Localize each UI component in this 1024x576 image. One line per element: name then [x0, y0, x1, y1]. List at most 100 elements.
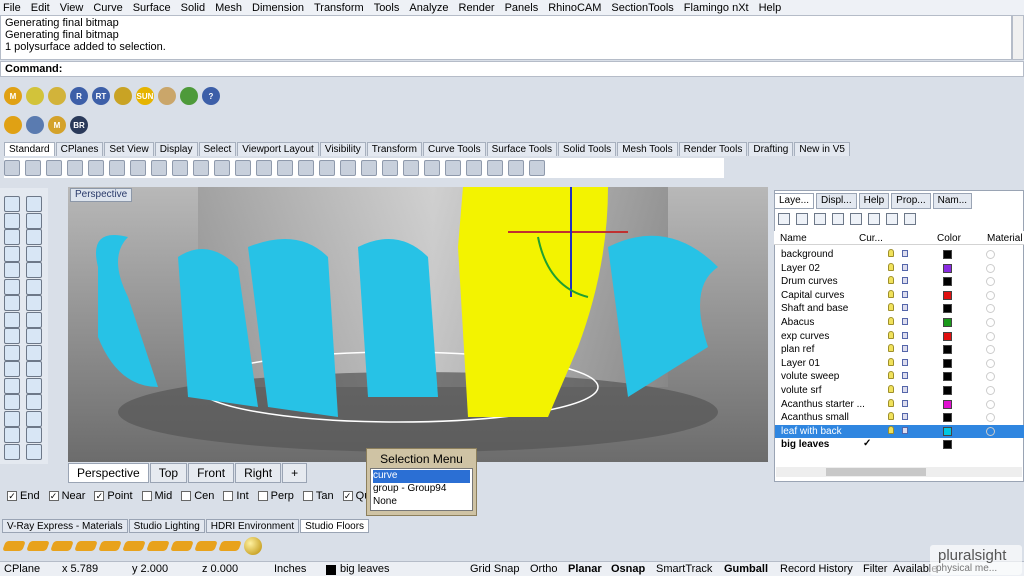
- plugin-icon[interactable]: [26, 87, 44, 105]
- paste-icon[interactable]: [130, 160, 146, 176]
- modeling-tool-icon[interactable]: [26, 410, 42, 427]
- visibility-bulb-icon[interactable]: [888, 303, 894, 312]
- layer-color-swatch[interactable]: [943, 331, 952, 341]
- open-icon[interactable]: [25, 160, 41, 176]
- selection-item[interactable]: None: [373, 496, 470, 509]
- modeling-tool-icon[interactable]: [26, 245, 42, 262]
- plugin-icon[interactable]: SUN: [136, 87, 154, 105]
- floor-material-icon[interactable]: [218, 541, 242, 551]
- plugin-icon[interactable]: [48, 87, 66, 105]
- options-icon[interactable]: [529, 160, 545, 176]
- modeling-tool-icon[interactable]: [26, 295, 42, 311]
- layer-color-swatch[interactable]: [943, 426, 952, 436]
- visibility-bulb-icon[interactable]: [888, 317, 894, 325]
- tab-surface-tools[interactable]: Surface Tools: [486, 142, 557, 156]
- modeling-tool-icon[interactable]: [4, 196, 20, 212]
- selection-item[interactable]: curve: [373, 470, 470, 483]
- status-toggle-osnap[interactable]: Osnap: [611, 563, 645, 575]
- lock-icon[interactable]: [902, 304, 908, 312]
- modeling-tool-icon[interactable]: [26, 427, 42, 443]
- floor-material-icon[interactable]: [50, 541, 74, 551]
- layer-color-swatch[interactable]: [943, 290, 952, 300]
- lock-icon[interactable]: [902, 386, 908, 393]
- tab-cplanes[interactable]: CPlanes: [55, 142, 104, 156]
- modeling-tool-icon[interactable]: [4, 443, 20, 460]
- layer-row[interactable]: exp curves: [775, 330, 1024, 343]
- panel-tab[interactable]: Laye...: [774, 193, 815, 209]
- layer-row[interactable]: Capital curves: [775, 289, 1024, 302]
- lock-icon[interactable]: [902, 413, 908, 421]
- modeling-tool-icon[interactable]: [26, 361, 42, 377]
- material-icon[interactable]: [986, 290, 995, 300]
- layer-row[interactable]: background: [775, 248, 1024, 261]
- floor-material-icon[interactable]: [170, 541, 194, 551]
- tab-new-in-v5[interactable]: New in V5: [794, 142, 850, 156]
- menu-surface[interactable]: Surface: [133, 2, 171, 14]
- layer-color-swatch[interactable]: [943, 440, 952, 450]
- material-icon[interactable]: [986, 399, 995, 409]
- layer-color-swatch[interactable]: [943, 399, 952, 409]
- status-cplane[interactable]: CPlane: [4, 563, 40, 575]
- modeling-tool-icon[interactable]: [26, 328, 42, 344]
- menu-mesh[interactable]: Mesh: [215, 2, 242, 14]
- lock-icon[interactable]: [902, 250, 908, 257]
- material-icon[interactable]: [986, 318, 995, 327]
- menu-flamingo-nxt[interactable]: Flamingo nXt: [684, 2, 749, 14]
- undo-icon[interactable]: [151, 160, 167, 176]
- modeling-tool-icon[interactable]: [4, 394, 20, 410]
- plugin-icon[interactable]: BR: [70, 116, 88, 134]
- tab-solid-tools[interactable]: Solid Tools: [558, 142, 617, 156]
- menu-analyze[interactable]: Analyze: [409, 2, 448, 14]
- status-toggle-record-history[interactable]: Record History: [780, 563, 853, 575]
- tab-set-view[interactable]: Set View: [104, 142, 154, 156]
- history-scrollbar[interactable]: [1012, 15, 1024, 60]
- layer-row[interactable]: plan ref: [775, 343, 1024, 356]
- panel-tab[interactable]: Displ...: [816, 193, 857, 209]
- layer-delete-icon[interactable]: [814, 213, 826, 225]
- lock-icon[interactable]: [902, 358, 908, 366]
- lock-icon[interactable]: [902, 331, 908, 339]
- visibility-bulb-icon[interactable]: [888, 262, 894, 271]
- layer-row[interactable]: Drum curves: [775, 275, 1024, 288]
- layer-row[interactable]: Shaft and base: [775, 302, 1024, 315]
- osnap-checkbox-near[interactable]: ✓: [48, 491, 59, 501]
- panel-tab[interactable]: Help: [858, 193, 890, 209]
- modeling-tool-icon[interactable]: [4, 361, 20, 377]
- menu-tools[interactable]: Tools: [374, 2, 400, 14]
- layer-move-up-icon[interactable]: [832, 213, 844, 225]
- perspective-viewport[interactable]: [68, 187, 768, 462]
- shade-icon[interactable]: [403, 160, 419, 176]
- modeling-tool-icon[interactable]: [26, 262, 42, 278]
- osnap-checkbox-point[interactable]: ✓: [94, 491, 105, 501]
- bottom-tab[interactable]: Studio Floors: [300, 519, 370, 533]
- lock-icon[interactable]: [902, 263, 908, 271]
- tab-select[interactable]: Select: [198, 142, 237, 156]
- layer-row[interactable]: Acanthus starter ...: [775, 398, 1024, 411]
- viewport-tab-top[interactable]: Top: [149, 463, 188, 483]
- visibility-bulb-icon[interactable]: [888, 385, 894, 393]
- scrollbar-thumb[interactable]: [826, 468, 926, 476]
- modeling-tool-icon[interactable]: [4, 245, 20, 262]
- rotate-icon[interactable]: [319, 160, 335, 176]
- tab-curve-tools[interactable]: Curve Tools: [422, 142, 486, 156]
- zoom-icon[interactable]: [193, 160, 209, 176]
- lock-icon[interactable]: [382, 160, 398, 176]
- modeling-tool-icon[interactable]: [4, 229, 20, 245]
- modeling-tool-icon[interactable]: [4, 295, 20, 311]
- plugin-icon[interactable]: [180, 87, 198, 105]
- plugin-icon[interactable]: [158, 87, 176, 105]
- modeling-tool-icon[interactable]: [26, 377, 42, 394]
- status-toggle-planar[interactable]: Planar: [568, 563, 602, 575]
- zoom-extents-icon[interactable]: [235, 160, 251, 176]
- layer-color-swatch[interactable]: [943, 277, 952, 287]
- floor-material-icon[interactable]: [146, 541, 170, 551]
- modeling-tool-icon[interactable]: [26, 229, 42, 245]
- menu-panels[interactable]: Panels: [505, 2, 539, 14]
- lock-icon[interactable]: [902, 290, 908, 298]
- status-layer[interactable]: big leaves: [340, 563, 390, 575]
- floor-material-icon[interactable]: [2, 541, 26, 551]
- osnap-checkbox-perp[interactable]: [257, 491, 268, 501]
- help-icon[interactable]: [508, 160, 524, 176]
- visibility-bulb-icon[interactable]: [888, 289, 894, 298]
- tab-display[interactable]: Display: [154, 142, 198, 156]
